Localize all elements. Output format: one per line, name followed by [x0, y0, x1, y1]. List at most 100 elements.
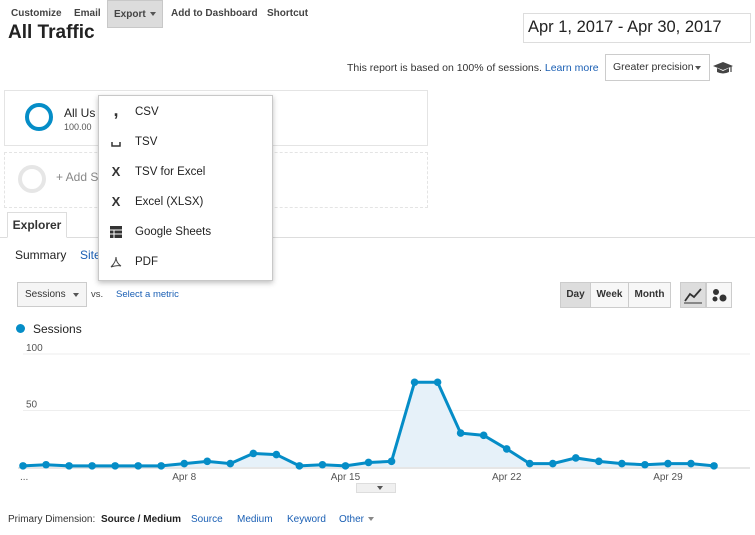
precision-dropdown[interactable]: Greater precision — [605, 54, 710, 81]
data-point — [479, 431, 488, 440]
segment-percent: 100.00 — [64, 122, 92, 132]
shortcut-button[interactable]: Shortcut — [267, 0, 308, 28]
excel-icon: X — [111, 164, 121, 179]
x-tick-label: ... — [20, 472, 28, 483]
data-point — [433, 378, 442, 387]
data-point — [226, 459, 235, 468]
chevron-down-icon — [149, 12, 156, 17]
chart-expander[interactable] — [356, 483, 396, 493]
menu-item-label: PDF — [135, 256, 158, 268]
export-label: Export — [114, 9, 146, 20]
menu-item-label: Google Sheets — [135, 226, 212, 238]
add-segment-label: + Add S — [56, 170, 99, 184]
subtab-summary[interactable]: Summary — [15, 248, 66, 262]
data-point — [710, 462, 718, 470]
x-tick-label: Apr 8 — [172, 472, 196, 483]
month-button[interactable]: Month — [628, 282, 671, 308]
data-point — [525, 459, 534, 468]
data-point — [641, 460, 649, 469]
data-point — [618, 459, 626, 468]
y-tick-label: 100 — [26, 343, 43, 354]
data-point — [180, 459, 189, 468]
week-button[interactable]: Week — [590, 282, 629, 308]
export-button[interactable]: Export — [107, 0, 163, 28]
dimension-other[interactable]: Other — [339, 514, 375, 525]
data-point — [548, 459, 557, 468]
data-point — [157, 462, 165, 470]
menu-item-label: TSV — [135, 136, 158, 148]
data-point — [572, 454, 580, 462]
data-point — [364, 458, 373, 467]
data-point — [387, 457, 396, 466]
menu-item-label: CSV — [135, 106, 159, 118]
tab-icon — [111, 142, 121, 147]
data-point — [272, 450, 281, 459]
data-point — [88, 462, 96, 470]
export-csv-item[interactable]: , CSV — [99, 98, 272, 128]
select-metric-link[interactable]: Select a metric — [116, 289, 179, 300]
x-tick-label: Apr 29 — [653, 472, 683, 483]
learn-more-link[interactable]: Learn more — [545, 62, 599, 74]
segment-donut-icon — [25, 103, 53, 131]
data-point — [595, 457, 603, 466]
menu-item-label: Excel (XLSX) — [135, 196, 204, 208]
sessions-line — [22, 380, 715, 468]
x-tick-label: Apr 22 — [492, 472, 522, 483]
x-tick-label: Apr 15 — [331, 472, 361, 483]
segment-empty-donut-icon — [18, 165, 46, 193]
export-tsv-excel-item[interactable]: X TSV for Excel — [99, 158, 272, 188]
sampling-note: This report is based on 100% of sessions… — [347, 54, 599, 82]
date-range-picker[interactable]: Apr 1, 2017 - Apr 30, 2017 — [523, 13, 751, 43]
vs-label: vs. — [91, 289, 104, 300]
data-point — [134, 462, 142, 470]
excel-icon: X — [111, 194, 121, 209]
export-google-sheets-item[interactable]: Google Sheets — [99, 218, 272, 248]
dimension-source-medium[interactable]: Source / Medium — [101, 514, 181, 525]
data-point — [42, 460, 50, 469]
other-label: Other — [339, 514, 365, 525]
chevron-down-icon — [377, 486, 383, 490]
dimension-keyword[interactable]: Keyword — [287, 514, 326, 525]
segment-label: All Us — [64, 106, 96, 120]
motion-chart-toggle[interactable] — [706, 282, 732, 308]
bubble-chart-icon — [712, 289, 727, 302]
dimension-source[interactable]: Source — [191, 514, 223, 525]
data-point — [687, 459, 695, 468]
export-tsv-item[interactable]: TSV — [99, 128, 272, 158]
data-point — [111, 462, 119, 470]
data-point — [19, 462, 27, 470]
data-point — [295, 462, 304, 470]
sheets-icon — [110, 226, 122, 238]
chevron-down-icon — [73, 293, 79, 297]
data-point — [249, 449, 258, 458]
precision-label: Greater precision — [613, 61, 694, 73]
data-point — [410, 378, 419, 387]
legend-marker — [16, 324, 25, 333]
line-chart-toggle[interactable] — [680, 282, 706, 308]
graduation-cap-icon[interactable] — [713, 60, 733, 76]
metric-dropdown[interactable]: Sessions — [17, 282, 87, 307]
data-point — [341, 462, 350, 470]
pdf-icon — [110, 256, 122, 268]
menu-item-label: TSV for Excel — [135, 166, 206, 178]
customize-button[interactable]: Customize — [11, 0, 62, 28]
chevron-down-icon — [695, 66, 701, 70]
export-xlsx-item[interactable]: X Excel (XLSX) — [99, 188, 272, 218]
comma-icon: , — [113, 100, 119, 120]
sessions-area-fill — [23, 382, 714, 467]
email-button[interactable]: Email — [74, 0, 101, 28]
line-chart-icon — [684, 288, 702, 304]
data-point — [318, 460, 327, 469]
data-point — [65, 462, 73, 470]
data-point — [456, 429, 465, 437]
export-pdf-item[interactable]: PDF — [99, 248, 272, 278]
dimension-medium[interactable]: Medium — [237, 514, 273, 525]
legend-label: Sessions — [33, 322, 82, 336]
export-menu: , CSV TSV X TSV for Excel X Excel (XLSX)… — [98, 95, 273, 281]
tab-explorer[interactable]: Explorer — [7, 212, 67, 238]
data-point — [502, 445, 511, 453]
day-button[interactable]: Day — [560, 282, 591, 308]
y-tick-label: 50 — [26, 400, 38, 411]
add-to-dashboard-button[interactable]: Add to Dashboard — [171, 0, 258, 28]
data-point — [664, 459, 672, 468]
